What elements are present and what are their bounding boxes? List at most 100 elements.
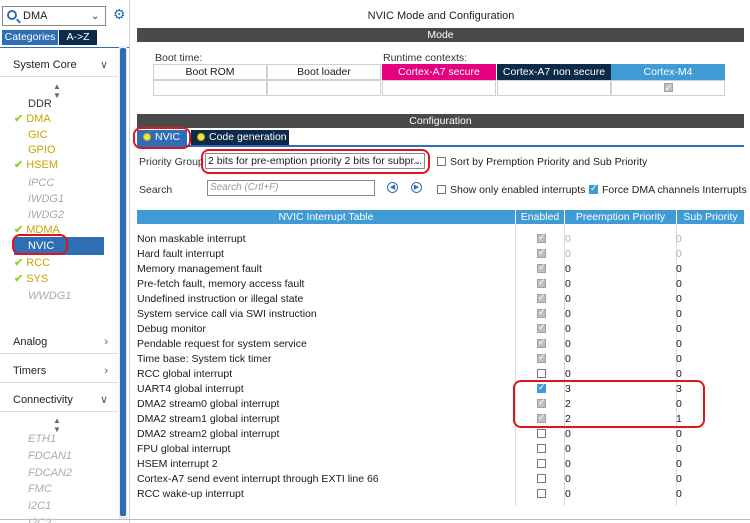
enabled-checkbox[interactable] xyxy=(537,292,546,303)
section-system-core[interactable]: System Core ∨ xyxy=(0,53,118,77)
enabled-checkbox[interactable] xyxy=(537,489,546,498)
preemption-priority-value[interactable]: 0 xyxy=(565,473,571,485)
table-row[interactable]: System service call via SWI instruction 0… xyxy=(137,307,744,322)
show-enabled-option[interactable]: Show only enabled interrupts xyxy=(437,184,585,196)
sidebar-item-ddr[interactable]: DDR xyxy=(28,96,52,112)
enabled-checkbox[interactable] xyxy=(537,474,546,483)
chevron-down-icon[interactable]: ⌄ xyxy=(91,11,99,22)
table-row[interactable]: Undefined instruction or illegal state 0 0 xyxy=(137,292,744,307)
sub-priority-value[interactable]: 0 xyxy=(676,353,682,365)
table-row[interactable]: Time base: System tick timer 0 0 xyxy=(137,352,744,367)
search-prev-icon[interactable]: ◀ xyxy=(387,182,398,193)
enabled-checkbox[interactable] xyxy=(537,232,546,243)
sidebar-item-sys[interactable]: ✔ SYS xyxy=(14,271,48,287)
preemption-priority-value[interactable]: 0 xyxy=(565,248,571,260)
section-connectivity[interactable]: Connectivity ∨ xyxy=(0,388,118,412)
sidebar-item-iwdg1[interactable]: IWDG1 xyxy=(28,191,64,207)
table-row[interactable]: FPU global interrupt 0 0 xyxy=(137,442,744,457)
table-row[interactable]: HSEM interrupt 2 0 0 xyxy=(137,457,744,472)
preemption-priority-value[interactable]: 0 xyxy=(565,338,571,350)
preemption-priority-value[interactable]: 0 xyxy=(565,488,571,500)
table-row[interactable]: Cortex-A7 send event interrupt through E… xyxy=(137,472,744,487)
preemption-priority-value[interactable]: 0 xyxy=(565,233,571,245)
nvic-search-input[interactable]: Search (Crtl+F) xyxy=(207,180,375,196)
sidebar-item-i2c1[interactable]: I2C1 xyxy=(28,498,51,514)
sidebar-item-dma[interactable]: ✔ DMA xyxy=(14,111,51,127)
sub-priority-value[interactable]: 0 xyxy=(676,323,682,335)
sub-priority-value[interactable]: 0 xyxy=(676,308,682,320)
section-timers[interactable]: Timers › xyxy=(0,359,118,383)
table-row[interactable]: Memory management fault 0 0 xyxy=(137,262,744,277)
sub-priority-value[interactable]: 0 xyxy=(676,458,682,470)
sub-priority-value[interactable]: 0 xyxy=(676,368,682,380)
sub-priority-value[interactable]: 0 xyxy=(676,278,682,290)
enabled-checkbox[interactable] xyxy=(537,429,546,438)
sidebar-item-hsem[interactable]: ✔ HSEM xyxy=(14,157,58,173)
preemption-priority-value[interactable]: 0 xyxy=(565,293,571,305)
sidebar-item-fmc[interactable]: FMC xyxy=(28,481,52,497)
preemption-priority-value[interactable]: 0 xyxy=(565,263,571,275)
sub-priority-value[interactable]: 0 xyxy=(676,473,682,485)
tab-code-generation[interactable]: Code generation xyxy=(191,130,289,145)
sidebar-item-gpio[interactable]: GPIO xyxy=(28,142,56,158)
enabled-checkbox[interactable] xyxy=(537,337,546,348)
table-row[interactable]: Hard fault interrupt 0 0 xyxy=(137,247,744,262)
table-row[interactable]: Pre-fetch fault, memory access fault 0 0 xyxy=(137,277,744,292)
sort-updown-icon[interactable]: ▲ ▼ xyxy=(53,82,61,100)
show-enabled-checkbox[interactable] xyxy=(437,185,446,194)
sub-priority-value[interactable]: 0 xyxy=(676,488,682,500)
enabled-checkbox[interactable] xyxy=(537,247,546,258)
col-header-interrupt[interactable]: NVIC Interrupt Table xyxy=(137,210,515,224)
section-analog[interactable]: Analog › xyxy=(0,330,118,354)
sub-priority-value[interactable]: 0 xyxy=(676,293,682,305)
enabled-checkbox[interactable] xyxy=(537,307,546,318)
sub-priority-value[interactable]: 0 xyxy=(676,233,682,245)
table-row[interactable]: Non maskable interrupt 0 0 xyxy=(137,232,744,247)
peripheral-search-combo[interactable]: DMA ⌄ xyxy=(2,6,106,26)
sub-priority-value[interactable]: 0 xyxy=(676,248,682,260)
preemption-priority-value[interactable]: 0 xyxy=(565,428,571,440)
gear-icon[interactable]: ⚙ xyxy=(113,7,126,21)
sort-priority-option[interactable]: Sort by Premption Priority and Sub Prior… xyxy=(437,156,647,168)
sub-priority-value[interactable]: 0 xyxy=(676,338,682,350)
table-row[interactable]: DMA2 stream2 global interrupt 0 0 xyxy=(137,427,744,442)
sidebar-item-rcc[interactable]: ✔ RCC xyxy=(14,255,50,271)
sort-priority-checkbox[interactable] xyxy=(437,157,446,166)
preemption-priority-value[interactable]: 0 xyxy=(565,443,571,455)
preemption-priority-value[interactable]: 0 xyxy=(565,323,571,335)
enabled-checkbox[interactable] xyxy=(537,369,546,378)
preemption-priority-value[interactable]: 0 xyxy=(565,458,571,470)
sidebar-item-wwdg1[interactable]: WWDG1 xyxy=(28,288,71,304)
force-dma-option[interactable]: Force DMA channels Interrupts xyxy=(589,183,747,196)
col-header-subpriority[interactable]: Sub Priority xyxy=(677,210,744,224)
table-row[interactable]: RCC wake-up interrupt 0 0 xyxy=(137,487,744,502)
search-next-icon[interactable]: ▶ xyxy=(411,182,422,193)
preemption-priority-value[interactable]: 0 xyxy=(565,308,571,320)
sidebar-item-ipcc[interactable]: IPCC xyxy=(28,175,54,191)
enabled-checkbox[interactable] xyxy=(537,444,546,453)
enabled-checkbox[interactable] xyxy=(537,262,546,273)
sub-priority-value[interactable]: 0 xyxy=(676,428,682,440)
sidebar-item-fdcan2[interactable]: FDCAN2 xyxy=(28,465,72,481)
ctx-m4-checkbox[interactable] xyxy=(663,81,673,95)
table-row[interactable]: Pendable request for system service 0 0 xyxy=(137,337,744,352)
enabled-checkbox[interactable] xyxy=(537,277,546,288)
enabled-checkbox[interactable] xyxy=(537,322,546,333)
sidebar-item-fdcan1[interactable]: FDCAN1 xyxy=(28,448,72,464)
tab-a-z[interactable]: A->Z xyxy=(59,30,97,45)
enabled-checkbox[interactable] xyxy=(537,352,546,363)
enabled-checkbox[interactable] xyxy=(537,459,546,468)
col-header-enabled[interactable]: Enabled xyxy=(516,210,564,224)
table-row[interactable]: Debug monitor 0 0 xyxy=(137,322,744,337)
force-dma-checkbox[interactable] xyxy=(589,183,598,194)
sidebar-item-iwdg2[interactable]: IWDG2 xyxy=(28,207,64,223)
col-header-preemption[interactable]: Preemption Priority xyxy=(565,210,676,224)
sub-priority-value[interactable]: 0 xyxy=(676,263,682,275)
sidebar-item-gic[interactable]: GIC xyxy=(28,127,48,143)
left-scrollbar-thumb[interactable] xyxy=(120,48,126,516)
preemption-priority-value[interactable]: 0 xyxy=(565,353,571,365)
sidebar-item-eth1[interactable]: ETH1 xyxy=(28,431,56,447)
preemption-priority-value[interactable]: 0 xyxy=(565,278,571,290)
tab-categories[interactable]: Categories xyxy=(2,30,58,45)
preemption-priority-value[interactable]: 0 xyxy=(565,368,571,380)
